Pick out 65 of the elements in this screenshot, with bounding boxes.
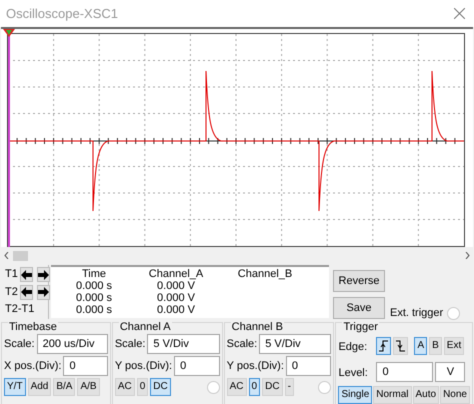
scroll-right-icon[interactable] [465, 252, 470, 259]
action-button[interactable]: Save [333, 297, 385, 319]
mode-button[interactable]: Normal [373, 386, 412, 404]
right-arrow-button[interactable] [37, 267, 50, 282]
mode-button[interactable]: A [414, 337, 428, 355]
input-field[interactable]: 200 us/Div [36, 334, 108, 354]
mode-button[interactable]: Auto [412, 386, 440, 404]
mode-button[interactable]: DC [150, 378, 171, 396]
cursor-label: T2-T1 [5, 302, 34, 318]
mode-button[interactable]: B [429, 337, 442, 355]
group-title: Trigger [342, 322, 379, 333]
group-title: Channel B [230, 322, 284, 333]
field-label: Y pos.(Div): [114, 358, 172, 374]
field-label: X pos.(Div): [4, 358, 62, 374]
unit-field: V [435, 362, 466, 382]
scroll-left-icon[interactable] [4, 252, 9, 259]
input-field[interactable]: 5 V/Div [147, 334, 220, 354]
column-header: Time [80, 268, 108, 280]
left-arrow-button[interactable] [20, 267, 33, 282]
close-icon[interactable] [454, 8, 465, 19]
field-label: Y pos.(Div): [226, 358, 284, 374]
scrollbar-thumb[interactable] [13, 250, 28, 260]
ext-trigger-label: Ext. trigger [390, 306, 444, 321]
mode-button[interactable]: A/B [77, 378, 100, 396]
cursor-label: T1 [5, 267, 16, 282]
input-field[interactable]: 0 [63, 356, 108, 376]
window-title: Oscilloscope-XSC1 [6, 4, 118, 23]
field-label: Edge: [338, 341, 368, 353]
mode-button[interactable]: B/A [53, 378, 76, 396]
table-cell-text: 0.000 V [156, 292, 196, 304]
table-cell-text: 0.000 s [74, 292, 114, 304]
column-header: Channel_B [236, 268, 294, 280]
group-title: Timebase [8, 322, 58, 333]
table-cell-text: 0.000 s [74, 304, 114, 316]
field-label: Scale: [226, 336, 258, 352]
mode-button[interactable]: - [284, 378, 294, 396]
group-title: Channel A [118, 322, 172, 333]
rising-edge-button[interactable] [376, 337, 392, 355]
left-arrow-button[interactable] [20, 284, 33, 300]
input-field[interactable]: 0 [286, 356, 332, 376]
mode-button[interactable]: Y/T [4, 378, 26, 396]
field-label: Scale: [4, 336, 35, 352]
mode-button[interactable]: AC [114, 378, 135, 396]
input-field[interactable]: 0 [376, 362, 434, 382]
field-label: Level: [338, 367, 368, 379]
mode-button[interactable]: 0 [248, 378, 260, 396]
mode-button[interactable]: 0 [136, 378, 148, 396]
mode-button[interactable]: DC [262, 378, 283, 396]
table-cell-text: 0.000 s [74, 280, 114, 292]
input-field[interactable]: 0 [174, 356, 220, 376]
cursor-marker-icon[interactable] [3, 29, 15, 37]
falling-edge-button[interactable] [393, 337, 408, 355]
table-cell-text: 0.000 V [156, 280, 196, 292]
action-button[interactable]: Reverse [333, 270, 385, 292]
table-cell-text: 0.000 V [156, 304, 196, 316]
mode-button[interactable]: None [440, 386, 470, 404]
mode-button[interactable]: Single [338, 386, 372, 404]
input-field[interactable]: 5 V/Div [259, 334, 332, 354]
right-arrow-button[interactable] [37, 284, 50, 300]
mode-button[interactable]: AC [226, 378, 247, 396]
cursor-label: T2 [5, 284, 16, 300]
mode-button[interactable]: Ext [444, 337, 464, 355]
column-header: Channel_A [148, 268, 204, 280]
field-label: Scale: [114, 336, 146, 352]
mode-button[interactable]: Add [28, 378, 52, 396]
